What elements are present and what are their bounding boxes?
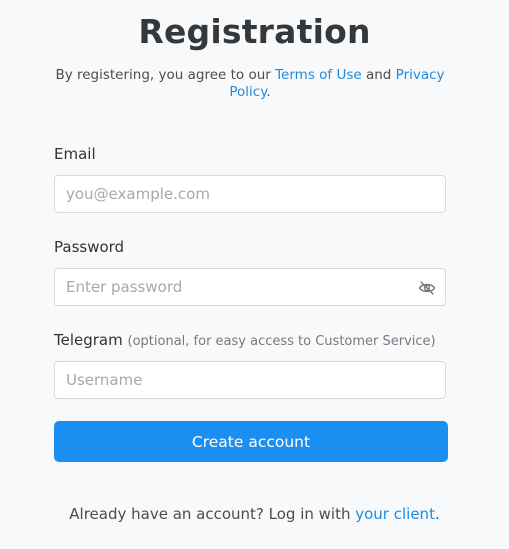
page-title: Registration — [138, 12, 371, 51]
email-field[interactable] — [55, 176, 445, 212]
password-field[interactable] — [55, 269, 445, 305]
telegram-label-text: Telegram — [54, 331, 123, 349]
login-prompt: Already have an account? Log in with you… — [0, 505, 509, 523]
login-prompt-suffix: . — [434, 505, 440, 523]
agreement-and: and — [361, 67, 396, 83]
login-prompt-text: Already have an account? Log in with — [69, 505, 356, 523]
telegram-username-field[interactable] — [55, 362, 445, 398]
create-account-button[interactable]: Create account — [54, 421, 448, 462]
telegram-field-box — [54, 361, 446, 399]
terms-of-use-link[interactable]: Terms of Use — [275, 67, 362, 83]
your-client-link[interactable]: your client — [355, 505, 435, 523]
agreement-prefix: By registering, you agree to our — [55, 67, 276, 83]
password-field-box — [54, 268, 446, 306]
telegram-hint: (optional, for easy access to Customer S… — [127, 334, 436, 349]
email-label: Email — [54, 145, 96, 163]
agreement-suffix: . — [266, 84, 271, 100]
password-label: Password — [54, 238, 125, 256]
telegram-label: Telegram (optional, for easy access to C… — [54, 331, 436, 349]
email-field-box — [54, 175, 446, 213]
terms-agreement-text: By registering, you agree to our Terms o… — [40, 67, 460, 101]
eye-slash-icon[interactable] — [418, 279, 436, 297]
